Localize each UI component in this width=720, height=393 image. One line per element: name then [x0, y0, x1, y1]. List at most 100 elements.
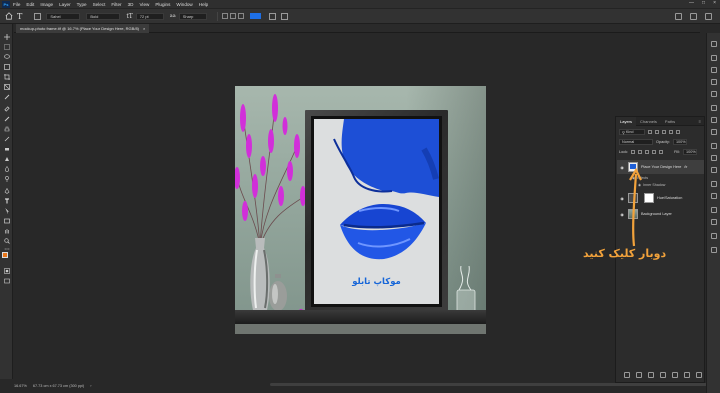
document-tab[interactable]: mockup-photo frame.tif @ 16.7% (Place Yo… — [16, 24, 150, 33]
menu-plugins[interactable]: Plugins — [155, 2, 170, 7]
canvas-image[interactable]: موکاپ تابلو — [235, 86, 486, 334]
blur-tool-icon[interactable] — [3, 166, 10, 172]
tab-paths[interactable]: Paths — [661, 117, 679, 126]
search-icon[interactable] — [675, 13, 682, 20]
tab-layers[interactable]: Layers — [616, 116, 637, 126]
zoom-tool-icon[interactable] — [3, 238, 10, 244]
paths-panel-icon[interactable] — [711, 167, 717, 173]
hand-tool-icon[interactable] — [3, 228, 10, 234]
menu-image[interactable]: Image — [40, 2, 53, 7]
lock-transparency-icon[interactable] — [631, 150, 636, 154]
filter-pixel-icon[interactable] — [648, 130, 652, 134]
object-selection-tool-icon[interactable] — [3, 64, 10, 70]
glyphs-panel-icon[interactable] — [711, 233, 717, 239]
eraser-tool-icon[interactable] — [3, 146, 10, 152]
eyedropper-tool-icon[interactable] — [3, 94, 10, 100]
brush-tool-icon[interactable] — [3, 116, 10, 122]
fill-input[interactable]: 100% — [682, 149, 697, 155]
pen-tool-icon[interactable] — [3, 188, 10, 194]
paragraph-panel-icon[interactable] — [711, 219, 717, 225]
workspace-icon[interactable] — [690, 13, 697, 20]
home-icon[interactable] — [5, 12, 13, 20]
menu-file[interactable]: File — [13, 2, 20, 7]
align-left-icon[interactable] — [221, 13, 228, 19]
expand-panels-icon[interactable] — [711, 41, 717, 47]
clone-stamp-tool-icon[interactable] — [3, 126, 10, 132]
filter-smart-object-icon[interactable] — [676, 130, 680, 134]
opacity-input[interactable]: 100% — [672, 139, 687, 145]
maximize-icon[interactable]: □ — [702, 0, 705, 6]
quick-mask-icon[interactable] — [3, 268, 10, 274]
lock-all-icon[interactable] — [659, 150, 664, 154]
status-arrow-icon[interactable]: › — [90, 384, 91, 388]
filter-type-icon[interactable] — [662, 130, 666, 134]
adjustments-panel-icon[interactable] — [711, 117, 717, 123]
filter-adjustment-icon[interactable] — [655, 130, 659, 134]
panel-menu-icon[interactable]: ≡ — [699, 119, 701, 124]
text-color-swatch[interactable] — [249, 13, 261, 19]
lasso-tool-icon[interactable] — [3, 54, 10, 60]
add-style-icon[interactable] — [636, 372, 642, 378]
align-right-icon[interactable] — [237, 13, 244, 19]
tab-channels[interactable]: Channels — [636, 117, 661, 126]
text-orientation-icon[interactable] — [34, 12, 42, 20]
marquee-tool-icon[interactable] — [3, 44, 10, 50]
add-mask-icon[interactable] — [648, 372, 654, 378]
font-family-select[interactable]: Sahel — [46, 12, 81, 20]
gradient-tool-icon[interactable] — [3, 156, 10, 162]
channels-panel-icon[interactable] — [711, 155, 717, 161]
foreground-background-colors[interactable] — [2, 252, 12, 262]
character-panel-icon[interactable] — [711, 207, 717, 213]
delete-layer-icon[interactable] — [696, 372, 702, 378]
new-adjustment-icon[interactable] — [660, 372, 666, 378]
menu-select[interactable]: Select — [93, 2, 106, 7]
filter-shape-icon[interactable] — [669, 130, 673, 134]
menu-type[interactable]: Type — [77, 2, 87, 7]
patterns-panel-icon[interactable] — [711, 91, 717, 97]
layer-fx-badge[interactable]: fx — [684, 165, 687, 169]
new-layer-icon[interactable] — [684, 372, 690, 378]
horizontal-scrollbar[interactable] — [270, 383, 710, 386]
menu-help[interactable]: Help — [199, 2, 208, 7]
healing-brush-tool-icon[interactable] — [3, 106, 10, 112]
path-selection-tool-icon[interactable] — [3, 208, 10, 214]
filter-kind-select[interactable]: ⚲ Kind — [619, 129, 645, 135]
brushes-panel-icon[interactable] — [711, 247, 717, 253]
lock-artboard-icon[interactable] — [652, 150, 657, 154]
actions-panel-icon[interactable] — [711, 193, 717, 199]
menu-view[interactable]: View — [139, 2, 149, 7]
menu-window[interactable]: Window — [176, 2, 192, 7]
layers-panel-icon[interactable] — [711, 143, 717, 149]
antialias-select[interactable]: Sharp — [178, 12, 207, 20]
close-icon[interactable]: × — [713, 0, 716, 6]
new-group-icon[interactable] — [672, 372, 678, 378]
type-tool-icon[interactable]: T — [17, 12, 22, 21]
crop-tool-icon[interactable] — [3, 74, 10, 80]
zoom-level[interactable]: 16.67% — [14, 384, 27, 388]
screen-mode-icon[interactable] — [3, 278, 10, 284]
font-size-select[interactable]: 72 pt — [135, 12, 164, 20]
menu-filter[interactable]: Filter — [111, 2, 121, 7]
libraries-panel-icon[interactable] — [711, 129, 717, 135]
design-placeholder[interactable]: موکاپ تابلو — [314, 119, 439, 304]
warp-text-icon[interactable] — [268, 12, 276, 20]
menu-layer[interactable]: Layer — [59, 2, 71, 7]
share-icon[interactable] — [705, 13, 712, 20]
lock-position-icon[interactable] — [645, 150, 650, 154]
color-panel-icon[interactable] — [711, 55, 717, 61]
foreground-color-swatch[interactable] — [2, 252, 8, 258]
history-brush-tool-icon[interactable] — [3, 136, 10, 142]
minimize-icon[interactable]: — — [689, 0, 694, 6]
dodge-tool-icon[interactable] — [3, 176, 10, 182]
move-tool-icon[interactable] — [3, 34, 10, 40]
lock-pixels-icon[interactable] — [638, 150, 643, 154]
rectangle-tool-icon[interactable] — [3, 218, 10, 224]
swatches-panel-icon[interactable] — [711, 67, 717, 73]
history-panel-icon[interactable] — [711, 181, 717, 187]
document-tab-close-icon[interactable]: × — [143, 26, 145, 31]
menu-edit[interactable]: Edit — [26, 2, 34, 7]
type-tool-icon[interactable] — [3, 198, 10, 204]
link-layers-icon[interactable] — [624, 372, 630, 378]
frame-tool-icon[interactable] — [3, 84, 10, 90]
blend-mode-select[interactable]: Normal — [619, 139, 653, 145]
